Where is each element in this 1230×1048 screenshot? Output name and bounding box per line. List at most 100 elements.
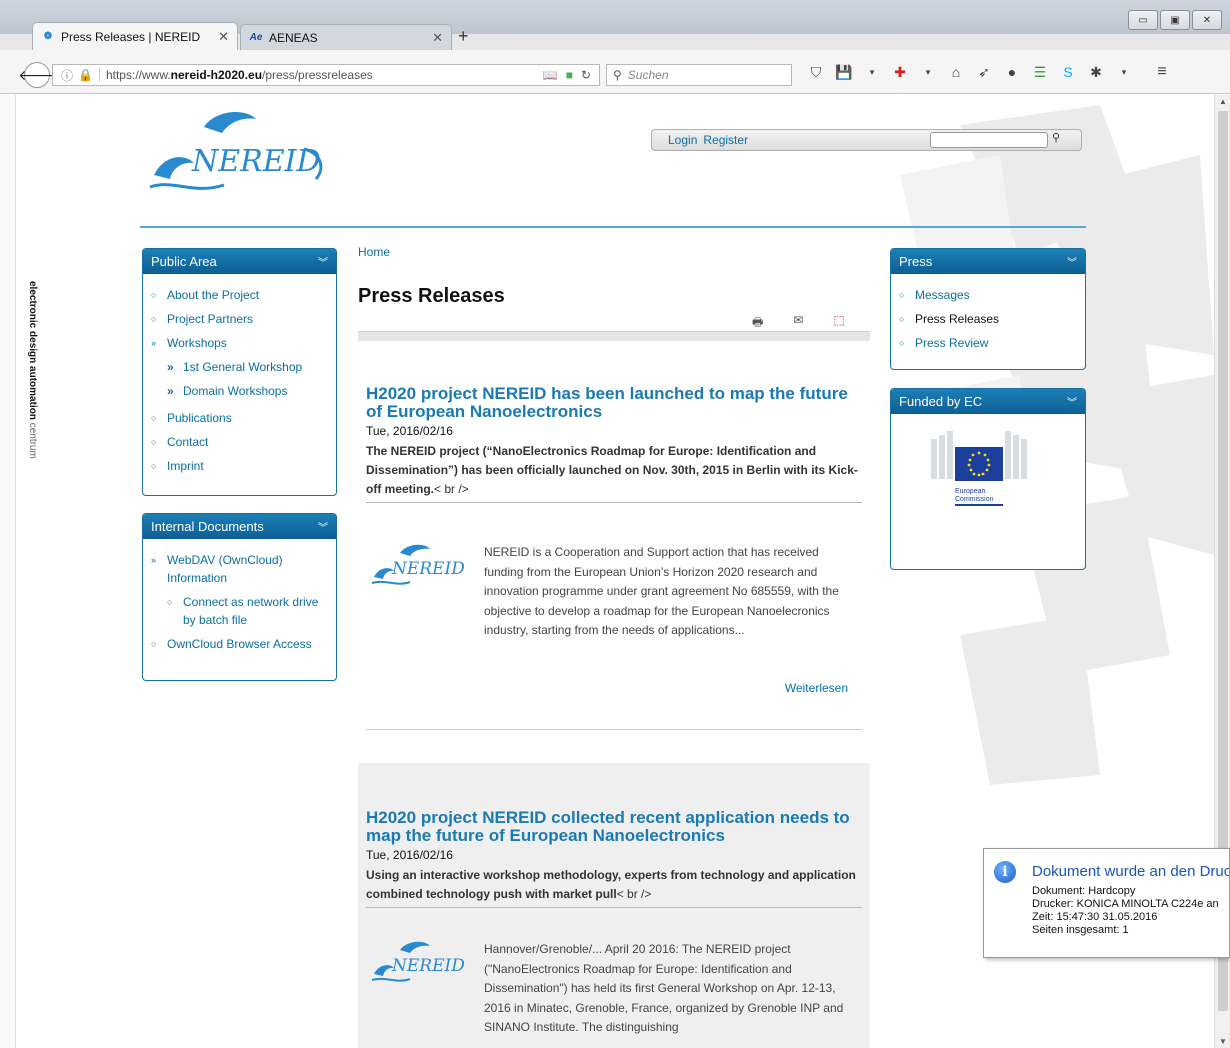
nav-item-label: WebDAV (OwnCloud) Information: [167, 553, 283, 585]
article-date: Tue, 2016/02/16: [366, 424, 453, 438]
press-item-messages[interactable]: ○ Messages: [899, 286, 1077, 304]
tab-label: AENEAS: [269, 30, 318, 45]
chat-icon[interactable]: ●: [1004, 64, 1020, 80]
login-bar: Login Register ⚲: [651, 129, 1082, 151]
url-prefix: https://www.: [105, 68, 171, 82]
extension-icon[interactable]: ✱: [1088, 64, 1104, 80]
url-path: /press/pressreleases: [262, 68, 373, 82]
maximize-button[interactable]: ▣: [1160, 10, 1190, 30]
tab-press-releases[interactable]: ❁ Press Releases | NEREID ✕: [32, 22, 238, 50]
search-icon: ⚲: [613, 68, 622, 82]
nav-item-network-drive[interactable]: ○ Connect as network drive by batch file: [151, 593, 328, 629]
article-title[interactable]: H2020 project NEREID has been launched t…: [366, 385, 862, 421]
minimize-button[interactable]: ▭: [1128, 10, 1158, 30]
article-summary-text: Using an interactive workshop methodolog…: [366, 868, 856, 901]
nav-item-imprint[interactable]: ○ Imprint: [151, 457, 328, 475]
save-icon[interactable]: 💾: [835, 64, 852, 80]
public-area-header[interactable]: Public Area ︾: [143, 249, 336, 274]
tab-aeneas[interactable]: Ae AENEAS ✕: [240, 24, 452, 50]
nav-item-workshops[interactable]: » Workshops: [151, 334, 328, 352]
article-title[interactable]: H2020 project NEREID collected recent ap…: [366, 809, 862, 845]
internal-docs-header[interactable]: Internal Documents ︾: [143, 514, 336, 539]
url-separator: [98, 68, 100, 82]
close-icon[interactable]: ✕: [218, 29, 229, 45]
dropdown-icon[interactable]: ▾: [1116, 64, 1132, 80]
content-top-bar: [358, 331, 870, 341]
main-content: Home Press Releases 🖶 ✉ ⬚ H2020 project …: [358, 245, 870, 1048]
notification-details: Dokument: Hardcopy Drucker: KONICA MINOL…: [1032, 885, 1219, 937]
nav-item-webdav[interactable]: » WebDAV (OwnCloud) Information: [151, 551, 328, 587]
close-icon[interactable]: ✕: [432, 30, 443, 46]
chevron-down-icon[interactable]: ︾: [318, 519, 328, 534]
reader-view-icon[interactable]: 📖: [543, 68, 558, 82]
notification-line: Seiten insgesamt: 1: [1032, 924, 1129, 936]
nav-item-label: Domain Workshops: [183, 384, 288, 398]
nav-item-owncloud[interactable]: ○ OwnCloud Browser Access: [151, 635, 328, 653]
lock-icon[interactable]: 🔒: [78, 68, 93, 82]
search-input[interactable]: ⚲ Suchen: [606, 64, 792, 86]
article-body-text: NEREID is a Cooperation and Support acti…: [484, 545, 839, 638]
chevron-down-icon[interactable]: ︾: [1067, 254, 1077, 269]
read-more-link[interactable]: Weiterlesen: [785, 681, 848, 695]
skype-icon[interactable]: S: [1060, 64, 1076, 80]
nav-item-label: Contact: [167, 435, 209, 449]
header-divider: [140, 226, 1086, 228]
home-icon[interactable]: ⌂: [948, 64, 964, 80]
url-bar[interactable]: ⓘ 🔒 https://www. nereid-h2020.eu /press/…: [52, 64, 600, 86]
site-search-input[interactable]: [930, 132, 1048, 148]
search-placeholder: Suchen: [627, 68, 669, 82]
new-tab-button[interactable]: +: [458, 26, 469, 47]
scroll-up-icon[interactable]: ▲: [1219, 97, 1227, 106]
breadcrumb[interactable]: Home: [358, 245, 870, 259]
menu-icon[interactable]: ≡: [1154, 63, 1170, 80]
nav-item-domain-workshops[interactable]: » Domain Workshops: [151, 382, 328, 400]
close-window-button[interactable]: ✕: [1192, 10, 1222, 30]
nav-item-general-workshop[interactable]: » 1st General Workshop: [151, 358, 328, 376]
search-icon[interactable]: ⚲: [1052, 131, 1060, 144]
side-label-light: centrum: [27, 422, 38, 459]
double-chevron-down-icon: »: [151, 555, 157, 565]
nav-item-label: 1st General Workshop: [183, 360, 303, 374]
funded-title: Funded by EC: [899, 394, 983, 409]
nav-item-contact[interactable]: ○ Contact: [151, 433, 328, 451]
info-icon[interactable]: ⓘ: [61, 67, 73, 84]
side-label-bold: electronic design automation: [27, 281, 38, 420]
addon-icon[interactable]: ■: [566, 68, 573, 82]
window-controls: ▭ ▣ ✕: [1128, 10, 1222, 30]
dropdown-icon[interactable]: ▾: [920, 64, 936, 80]
nereid-favicon-icon: ❁: [43, 31, 53, 42]
login-link[interactable]: Login: [668, 133, 697, 147]
list-icon[interactable]: ☰: [1032, 64, 1048, 80]
nereid-small-logo: NEREID: [371, 544, 465, 585]
notification-title: Dokument wurde an den Drucker gesendet: [1032, 863, 1229, 880]
press-item-releases[interactable]: ○ Press Releases: [899, 310, 1077, 328]
reload-icon[interactable]: ↻: [581, 68, 591, 82]
print-notification[interactable]: i Dokument wurde an den Drucker gesendet…: [983, 848, 1230, 958]
article-summary-tail: < br />: [434, 482, 469, 496]
scroll-down-icon[interactable]: ▼: [1219, 1037, 1227, 1046]
funded-box: Funded by EC ︾ European Commission: [890, 388, 1086, 570]
notification-line: Dokument: Hardcopy: [1032, 885, 1136, 897]
tab-label: Press Releases | NEREID: [61, 29, 201, 44]
chevron-down-icon[interactable]: ︾: [1067, 394, 1077, 409]
nav-item-publications[interactable]: ○ Publications: [151, 409, 328, 427]
chevron-down-icon[interactable]: ︾: [318, 254, 328, 269]
url-domain: nereid-h2020.eu: [170, 68, 263, 82]
side-label: electronic design automation centrum: [27, 281, 38, 459]
dropdown-icon[interactable]: ▾: [864, 64, 880, 80]
internal-docs-box: Internal Documents ︾ » WebDAV (OwnCloud) …: [142, 513, 337, 681]
aeneas-favicon-icon: Ae: [249, 32, 263, 43]
pocket-icon[interactable]: ⛉: [808, 64, 824, 80]
addon-red-icon[interactable]: ✚: [892, 64, 908, 80]
back-button[interactable]: 🡐: [18, 62, 56, 88]
send-icon[interactable]: ➶: [976, 64, 992, 80]
press-header[interactable]: Press ︾: [891, 249, 1085, 274]
article-date: Tue, 2016/02/16: [366, 848, 453, 862]
article-summary: The NEREID project (“NanoElectronics Roa…: [366, 442, 862, 503]
register-link[interactable]: Register: [703, 133, 748, 147]
notification-line: Zeit: 15:47:30 31.05.2016: [1032, 911, 1158, 923]
press-item-review[interactable]: ○ Press Review: [899, 334, 1077, 352]
nav-item-label: Project Partners: [167, 312, 254, 326]
nav-item-partners[interactable]: ○ Project Partners: [151, 310, 328, 328]
nav-item-about[interactable]: ○ About the Project: [151, 286, 328, 304]
